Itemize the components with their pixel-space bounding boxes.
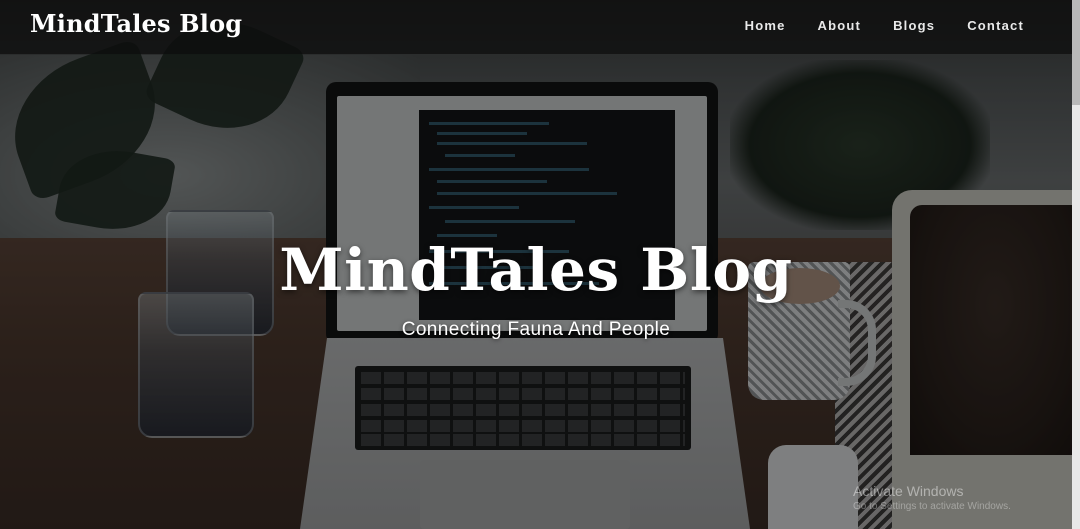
hero-title: MindTales Blog: [279, 236, 793, 304]
landing-page: MindTales Blog Home About Blogs Contact …: [0, 0, 1080, 529]
hero-subtitle: Connecting Fauna And People: [401, 319, 671, 340]
nav-link-blogs[interactable]: Blogs: [893, 18, 935, 33]
nav-link-about[interactable]: About: [818, 18, 862, 33]
nav-link-home[interactable]: Home: [745, 18, 786, 33]
windows-activation-watermark: Activate Windows: [853, 483, 964, 499]
nav-link-contact[interactable]: Contact: [967, 18, 1024, 33]
windows-activation-hint: Go to Settings to activate Windows.: [853, 501, 1011, 512]
scrollbar-thumb[interactable]: [1072, 0, 1080, 105]
page-scrollbar[interactable]: [1072, 0, 1080, 529]
nav-links: Home About Blogs Contact: [713, 18, 1024, 33]
brand-logo-link[interactable]: MindTales Blog: [30, 9, 242, 38]
top-navbar: MindTales Blog Home About Blogs Contact: [0, 0, 1080, 54]
